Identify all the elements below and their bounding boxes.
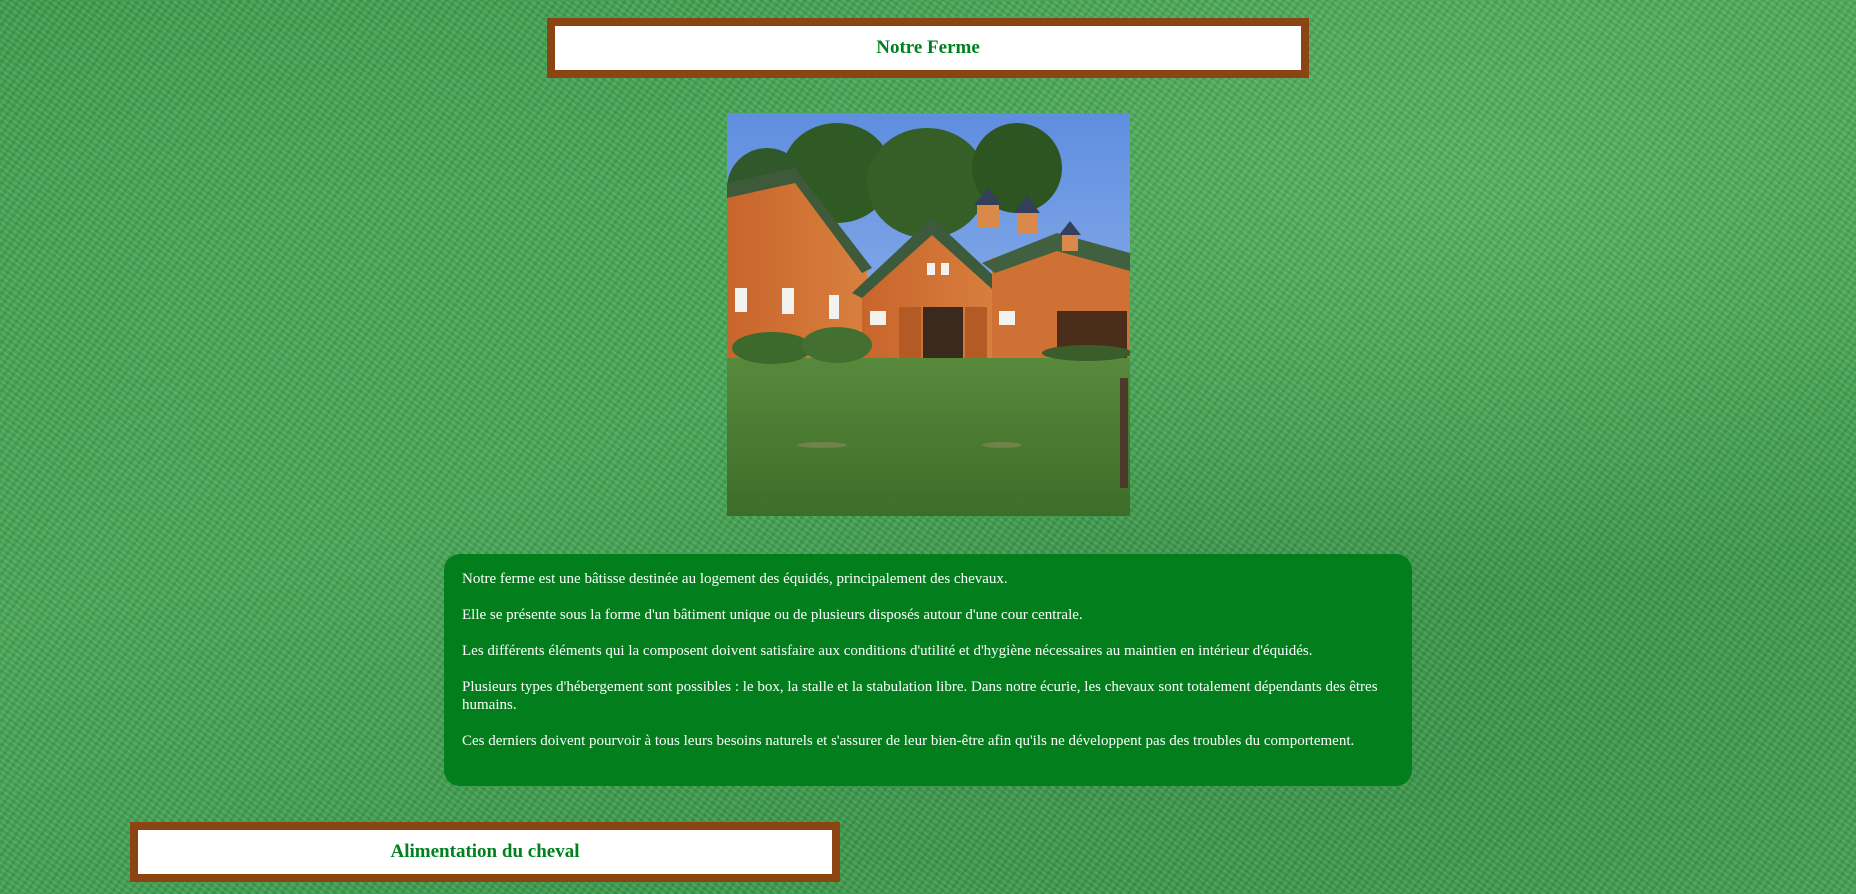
description-paragraph: Elle se présente sous la forme d'un bâti… xyxy=(462,607,1083,623)
page-title: Notre Ferme xyxy=(876,37,980,58)
description-paragraph: Plusieurs types d'hébergement sont possi… xyxy=(462,679,1378,713)
farm-description: Notre ferme est une bâtisse destinée au … xyxy=(444,554,1412,786)
barn-photo xyxy=(727,113,1130,516)
section-title: Alimentation du cheval xyxy=(390,841,580,862)
page-title-box: Notre Ferme xyxy=(547,18,1309,78)
description-paragraph: Les différents éléments qui la composent… xyxy=(462,643,1313,659)
section-title-box: Alimentation du cheval xyxy=(130,822,840,882)
description-paragraph: Ces derniers doivent pourvoir à tous leu… xyxy=(462,733,1355,749)
description-paragraph: Notre ferme est une bâtisse destinée au … xyxy=(462,571,1008,587)
